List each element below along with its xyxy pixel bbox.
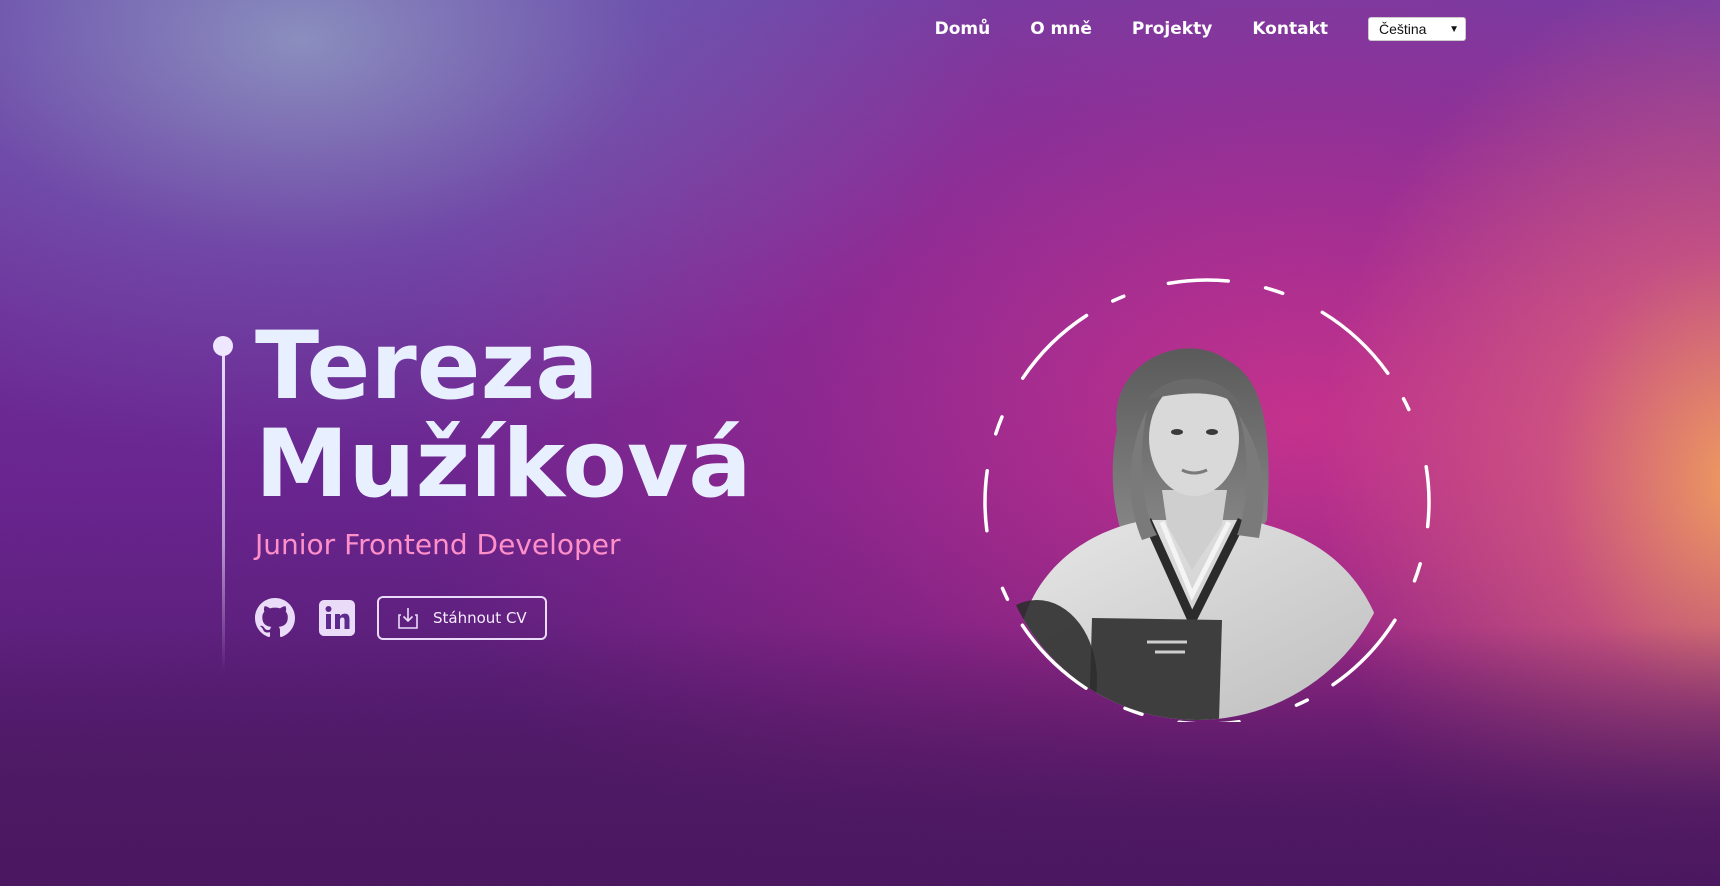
nav-link-contact[interactable]: Kontakt	[1252, 19, 1328, 39]
nav-link-about[interactable]: O mně	[1030, 19, 1092, 39]
language-select[interactable]: Čeština ▼	[1368, 17, 1466, 41]
hero-name: Tereza Mužíková	[255, 318, 752, 514]
main-navigation: Domů O mně Projekty Kontakt Čeština ▼	[935, 17, 1466, 41]
hero-last-name: Mužíková	[255, 410, 752, 519]
github-icon[interactable]	[255, 598, 295, 638]
social-links: Stáhnout CV	[255, 596, 547, 640]
nav-link-home[interactable]: Domů	[935, 19, 991, 39]
language-select-value: Čeština	[1379, 21, 1427, 37]
background-shade	[0, 626, 1720, 886]
hero-role: Junior Frontend Developer	[255, 528, 621, 561]
hero-timeline-line	[222, 346, 225, 671]
hero-timeline-dot	[213, 336, 233, 356]
nav-link-projects[interactable]: Projekty	[1132, 19, 1212, 39]
hero-first-name: Tereza	[255, 312, 599, 421]
portrait-section	[980, 262, 1440, 722]
profile-photo	[997, 320, 1397, 720]
linkedin-icon[interactable]	[317, 598, 357, 638]
download-icon	[398, 608, 418, 629]
download-cv-button[interactable]: Stáhnout CV	[377, 596, 547, 640]
chevron-down-icon: ▼	[1449, 23, 1459, 35]
download-cv-label: Stáhnout CV	[433, 609, 527, 627]
